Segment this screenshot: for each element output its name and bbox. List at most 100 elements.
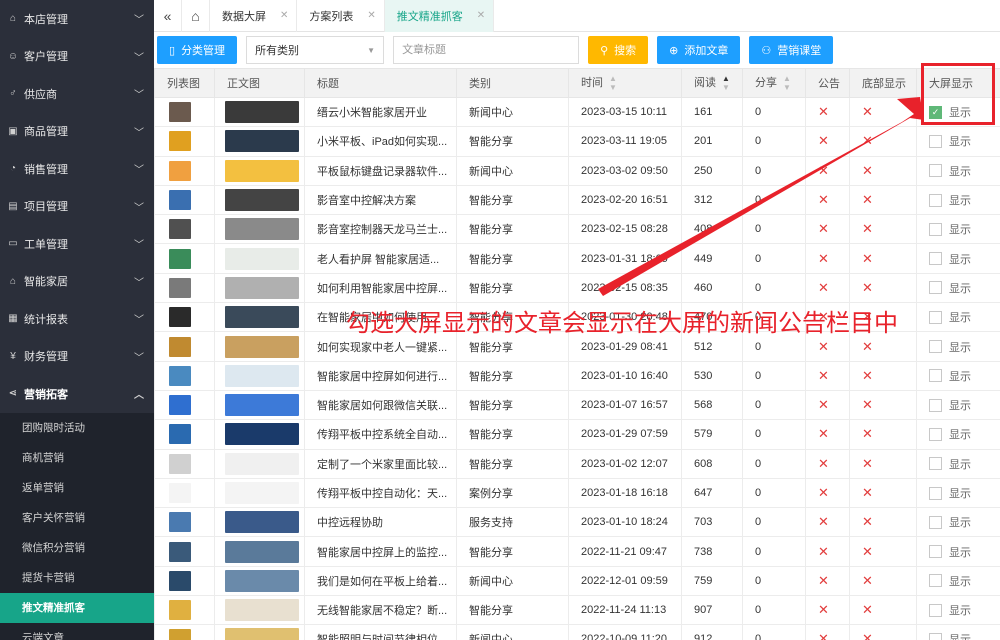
notice-cell[interactable]: ✕ [805, 419, 850, 450]
sidebar-item-9[interactable]: ¥ 财务管理 ﹀ [0, 338, 154, 376]
body-thumbnail[interactable] [225, 101, 299, 124]
x-icon[interactable]: ✕ [818, 426, 829, 441]
table-row[interactable]: 影音室控制器天龙马兰士... 智能分享 2023-02-15 08:28 408 0 ✕ ✕… [154, 214, 1000, 245]
bigscreen-display-cell[interactable]: 显示 [916, 624, 1000, 640]
table-row[interactable]: 传翔平板中控自动化：天... 案例分享 2023-01-18 16:18 647 0 ✕ ✕… [154, 477, 1000, 509]
notice-cell[interactable]: ✕ [805, 565, 850, 597]
x-icon[interactable]: ✕ [862, 280, 873, 295]
bigscreen-checkbox[interactable] [929, 574, 942, 588]
list-thumbnail[interactable] [169, 483, 191, 503]
bigscreen-checkbox[interactable] [929, 164, 942, 178]
x-icon[interactable]: ✕ [862, 631, 873, 640]
bottom-display-cell[interactable]: ✕ [849, 155, 917, 186]
list-thumbnail[interactable] [169, 424, 191, 445]
bigscreen-display-cell[interactable]: 显示 [916, 302, 1000, 333]
bigscreen-checkbox[interactable]: ✓ [929, 105, 942, 119]
bottom-display-cell[interactable]: ✕ [849, 96, 917, 128]
body-thumbnail[interactable] [225, 130, 299, 153]
notice-cell[interactable]: ✕ [805, 214, 850, 245]
bigscreen-checkbox[interactable] [929, 603, 942, 617]
table-row[interactable]: 在智能家居中如何使用... 智能分享 2023-01-30 20:48 470 0 ✕ ✕ 显… [154, 302, 1000, 333]
x-icon[interactable]: ✕ [818, 514, 829, 529]
title-cell[interactable]: 小米平板、iPad如何实现... [304, 126, 457, 157]
tab-2[interactable]: 推文精准抓客 ✕ [384, 0, 495, 32]
list-thumbnail[interactable] [169, 629, 191, 640]
table-row[interactable]: 我们是如何在平板上给着... 新闻中心 2022-12-01 09:59 759 0 ✕ ✕… [154, 565, 1000, 597]
body-thumbnail[interactable] [225, 218, 299, 241]
bottom-display-cell[interactable]: ✕ [849, 624, 917, 640]
body-thumbnail[interactable] [225, 540, 299, 563]
sort-icon[interactable]: ▲ ▼ [722, 74, 730, 92]
body-thumbnail[interactable] [225, 364, 299, 387]
submenu-item-0[interactable]: 团购限时活动 [0, 413, 154, 443]
bottom-display-cell[interactable]: ✕ [849, 214, 917, 245]
x-icon[interactable]: ✕ [862, 573, 873, 588]
x-icon[interactable]: ✕ [818, 368, 829, 383]
list-thumbnail[interactable] [169, 453, 191, 474]
title-cell[interactable]: 在智能家居中如何使用... [304, 302, 457, 333]
list-thumbnail[interactable] [169, 395, 191, 416]
table-row[interactable]: 影音室中控解决方案 智能分享 2023-02-20 16:51 312 0 ✕ ✕ 显示 [154, 184, 1000, 216]
title-cell[interactable]: 传翔平板中控自动化：天... [304, 477, 457, 509]
sidebar-item-2[interactable]: ♂ 供应商 ﹀ [0, 75, 154, 113]
bigscreen-checkbox[interactable] [929, 398, 942, 412]
list-thumbnail[interactable] [169, 541, 191, 562]
category-select[interactable]: 所有类别 ▼ [246, 36, 385, 64]
body-thumbnail[interactable] [225, 599, 299, 622]
close-icon[interactable]: ✕ [280, 10, 288, 21]
bigscreen-checkbox[interactable] [929, 252, 942, 266]
bottom-display-cell[interactable]: ✕ [849, 331, 917, 362]
sidebar-item-4[interactable]: ◔ 销售管理 ﹀ [0, 150, 154, 188]
sidebar-item-8[interactable]: ▦ 统计报表 ﹀ [0, 300, 154, 338]
x-icon[interactable]: ✕ [818, 397, 829, 412]
sidebar-item-0[interactable]: ⌂ 本店管理 ﹀ [0, 0, 154, 38]
title-cell[interactable]: 老人看护屏 智能家居适... [304, 243, 457, 274]
bigscreen-checkbox[interactable] [929, 281, 942, 295]
bigscreen-checkbox[interactable] [929, 310, 942, 324]
list-thumbnail[interactable] [169, 277, 191, 298]
bigscreen-checkbox[interactable] [929, 486, 942, 500]
bigscreen-checkbox[interactable] [929, 515, 942, 529]
bigscreen-display-cell[interactable]: 显示 [916, 272, 1000, 304]
table-row[interactable]: 智能家居中控屏如何进行... 智能分享 2023-01-10 16:40 530 0 ✕ ✕… [154, 360, 1000, 391]
x-icon[interactable]: ✕ [818, 133, 829, 148]
notice-cell[interactable]: ✕ [805, 184, 850, 216]
bottom-display-cell[interactable]: ✕ [849, 302, 917, 333]
body-thumbnail[interactable] [225, 423, 299, 446]
bigscreen-checkbox[interactable] [929, 134, 942, 148]
notice-cell[interactable]: ✕ [805, 155, 850, 186]
close-icon[interactable]: ✕ [477, 10, 485, 21]
title-cell[interactable]: 影音室中控解决方案 [304, 184, 457, 216]
x-icon[interactable]: ✕ [862, 426, 873, 441]
bigscreen-display-cell[interactable]: 显示 [916, 214, 1000, 245]
bigscreen-display-cell[interactable]: 显示 [916, 389, 1000, 421]
title-search-input[interactable] [393, 36, 580, 64]
submenu-item-1[interactable]: 商机营销 [0, 443, 154, 473]
notice-cell[interactable]: ✕ [805, 624, 850, 640]
body-thumbnail[interactable] [225, 189, 299, 212]
marketing-class-button[interactable]: ⚇ 营销课堂 [749, 36, 834, 64]
bigscreen-checkbox[interactable] [929, 427, 942, 441]
list-thumbnail[interactable] [169, 190, 191, 211]
bigscreen-checkbox[interactable] [929, 632, 942, 640]
x-icon[interactable]: ✕ [862, 456, 873, 471]
body-thumbnail[interactable] [225, 247, 299, 270]
x-icon[interactable]: ✕ [818, 456, 829, 471]
sidebar-item-6[interactable]: ▭ 工单管理 ﹀ [0, 225, 154, 263]
notice-cell[interactable]: ✕ [805, 595, 850, 626]
body-thumbnail[interactable] [225, 159, 299, 182]
submenu-item-2[interactable]: 返单营销 [0, 473, 154, 503]
body-thumbnail[interactable] [225, 306, 299, 329]
submenu-item-3[interactable]: 客户关怀营销 [0, 503, 154, 533]
bottom-display-cell[interactable]: ✕ [849, 507, 917, 538]
title-cell[interactable]: 平板鼠标键盘记录器软件... [304, 155, 457, 186]
title-cell[interactable]: 智能照明与时间节律相位 [304, 624, 457, 640]
bigscreen-display-cell[interactable]: 显示 [916, 243, 1000, 274]
bottom-display-cell[interactable]: ✕ [849, 419, 917, 450]
x-icon[interactable]: ✕ [818, 221, 829, 236]
title-cell[interactable]: 无线智能家居不稳定？断... [304, 595, 457, 626]
sort-icon[interactable]: ▲ ▼ [783, 74, 791, 92]
table-row[interactable]: 传翔平板中控系统全自动... 智能分享 2023-01-29 07:59 579 0 ✕ ✕… [154, 419, 1000, 450]
x-icon[interactable]: ✕ [862, 514, 873, 529]
list-thumbnail[interactable] [169, 600, 191, 621]
